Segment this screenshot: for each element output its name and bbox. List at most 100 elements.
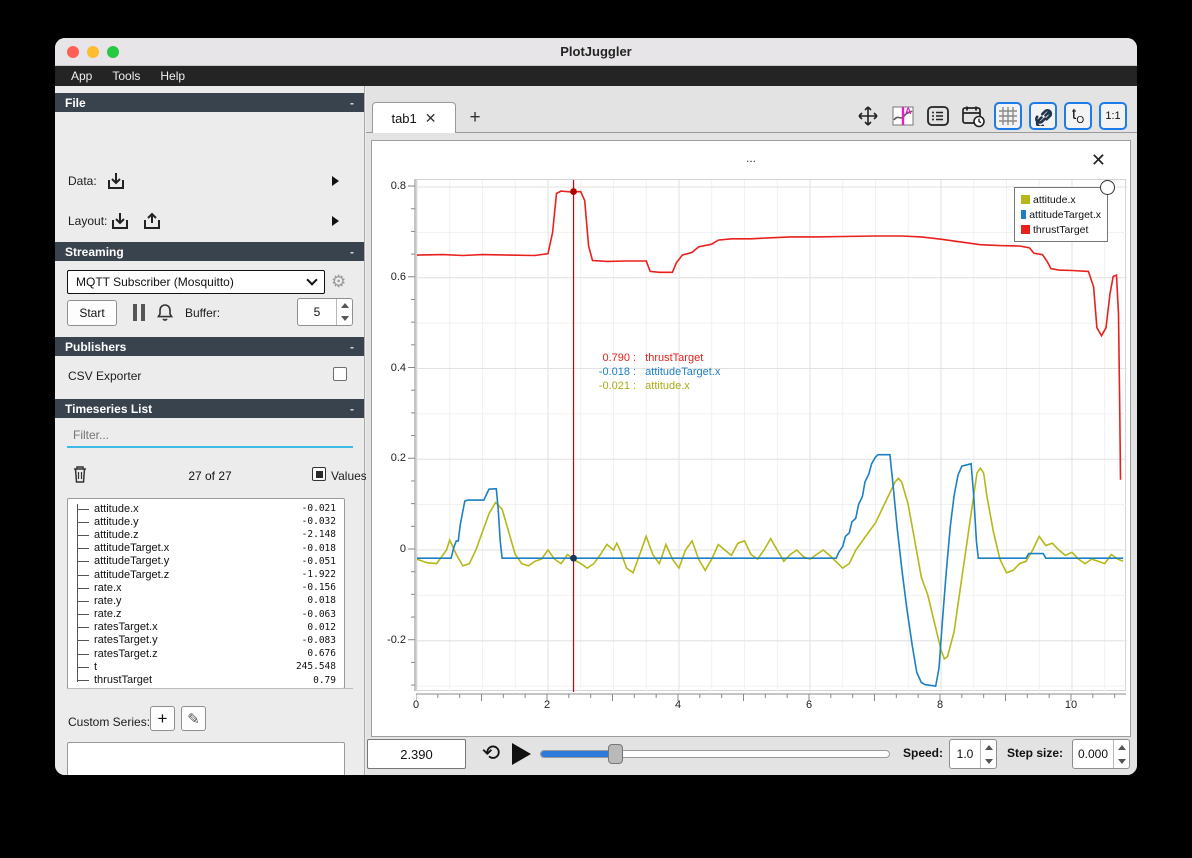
slider-fill	[541, 751, 615, 757]
edit-custom-series-button[interactable]: ✎	[181, 706, 206, 731]
collapse-icon[interactable]: -	[350, 402, 354, 416]
collapse-icon[interactable]: -	[350, 340, 354, 354]
pause-icon[interactable]	[133, 304, 145, 321]
link-axes-icon[interactable]	[1029, 102, 1057, 130]
plot-title[interactable]: ...	[372, 151, 1130, 165]
list-item[interactable]: ratesTarget.y -0.083	[68, 634, 344, 647]
legend-grip-icon[interactable]	[1100, 180, 1115, 195]
tree-branch-icon	[77, 614, 89, 616]
legend-entry[interactable]: attitude.x	[1021, 192, 1101, 207]
tree-branch-icon	[77, 521, 89, 523]
add-custom-series-button[interactable]: +	[150, 706, 175, 731]
pan-zoom-icon[interactable]	[854, 102, 882, 130]
ratio-1-1-icon[interactable]: 1:1	[1099, 102, 1127, 130]
section-timeseries-list[interactable]: Timeseries List -	[55, 399, 364, 418]
plot-canvas[interactable]	[416, 179, 1127, 692]
x-axis	[416, 693, 1126, 701]
speed-spinner[interactable]: 1.0	[949, 739, 997, 769]
list-item[interactable]: ratesTarget.z 0.676	[68, 647, 344, 660]
play-button[interactable]	[512, 743, 531, 765]
data-menu-arrow-icon[interactable]	[332, 176, 339, 186]
tab-close-icon[interactable]: ✕	[425, 110, 437, 127]
menu-help[interactable]: Help	[152, 68, 193, 84]
plot-close-icon[interactable]: ✕	[1091, 151, 1106, 169]
tree-branch-icon	[77, 574, 89, 576]
buffer-spinner[interactable]: 5	[297, 298, 353, 326]
window-title: PlotJuggler	[560, 44, 632, 59]
data-label: Data:	[68, 174, 97, 188]
tree-branch-icon	[77, 534, 89, 536]
grid-layout-icon[interactable]	[994, 102, 1022, 130]
list-view-icon[interactable]	[924, 102, 952, 130]
legend-color-chip	[1021, 195, 1030, 204]
load-data-icon[interactable]	[105, 170, 127, 192]
tooltip-line: 0.790 : thrustTarget	[602, 352, 704, 364]
x-tick-label: 0	[412, 699, 420, 711]
legend-entry[interactable]: attitudeTarget.x	[1021, 207, 1101, 222]
save-layout-icon[interactable]	[141, 210, 163, 232]
menu-app[interactable]: App	[63, 68, 100, 84]
tree-branch-icon	[77, 666, 89, 668]
list-item[interactable]: thrustTarget 0.79	[68, 673, 344, 686]
curve-tracker-icon[interactable]: A	[889, 102, 917, 130]
filter-input[interactable]	[67, 424, 353, 448]
gear-icon[interactable]: ⚙	[331, 272, 346, 292]
slider-handle[interactable]	[607, 744, 623, 764]
y-tick-label: 0.8	[390, 180, 406, 192]
time-value-box[interactable]: 2.390	[367, 739, 466, 769]
tooltip-line: -0.018 : attitudeTarget.x	[598, 366, 721, 378]
x-tick-label: 6	[805, 699, 813, 711]
transport-bar: 2.390 ⟲ Speed: 1.0 Step size: 0.000	[366, 738, 1137, 770]
datetime-options-icon[interactable]	[959, 102, 987, 130]
x-tick-label: 8	[936, 699, 944, 711]
step-size-label: Step size:	[1007, 746, 1064, 760]
tabstrip: tab1 ✕ + A tO 1:1	[366, 100, 1137, 133]
list-item[interactable]: rate.y 0.018	[68, 594, 344, 607]
legend[interactable]: attitude.x attitudeTarget.x thrustTarget	[1014, 180, 1115, 242]
add-tab-button[interactable]: +	[462, 106, 488, 130]
legend-color-chip	[1021, 210, 1027, 219]
csv-exporter-checkbox[interactable]	[333, 367, 347, 381]
list-item[interactable]: attitude.y -0.032	[68, 515, 344, 528]
csv-exporter-label: CSV Exporter	[68, 369, 142, 383]
svg-text:A: A	[905, 106, 912, 116]
list-item[interactable]: t 245.548	[68, 660, 344, 673]
streaming-source-select[interactable]: MQTT Subscriber (Mosquitto)	[67, 270, 325, 294]
custom-series-listbox[interactable]	[67, 742, 345, 775]
values-checkbox[interactable]	[312, 467, 326, 481]
section-streaming[interactable]: Streaming -	[55, 242, 364, 261]
tree-branch-icon	[77, 627, 89, 629]
section-publishers[interactable]: Publishers -	[55, 337, 364, 356]
list-item[interactable]: attitudeTarget.z -1.922	[68, 568, 344, 581]
menu-tools[interactable]: Tools	[104, 68, 148, 84]
list-item[interactable]: rate.x -0.156	[68, 581, 344, 594]
timeline-slider[interactable]	[540, 744, 890, 764]
list-item[interactable]: ratesTarget.x 0.012	[68, 621, 344, 634]
section-file[interactable]: File -	[55, 93, 364, 112]
tab-tab1[interactable]: tab1 ✕	[372, 102, 456, 133]
x-tick-label: 10	[1064, 699, 1078, 711]
collapse-icon[interactable]: -	[350, 245, 354, 259]
menubar: App Tools Help	[55, 66, 1137, 86]
speed-label: Speed:	[903, 746, 944, 760]
collapse-icon[interactable]: -	[350, 96, 354, 110]
list-item[interactable]: attitude.z -2.148	[68, 528, 344, 541]
loop-icon[interactable]: ⟲	[478, 740, 504, 766]
sidebar: File - Data: Layout: Streaming - MQTT Su…	[55, 86, 367, 775]
list-item[interactable]: attitudeTarget.y -0.051	[68, 555, 344, 568]
y-tick-label: -0.2	[387, 634, 406, 646]
timeseries-listbox[interactable]: attitude.x -0.021 attitude.y -0.032 attitude…	[67, 498, 345, 689]
load-layout-icon[interactable]	[109, 210, 131, 232]
legend-entry[interactable]: thrustTarget	[1021, 222, 1101, 237]
start-button[interactable]: Start	[67, 300, 117, 326]
series-attitudeTarget.x	[417, 453, 1124, 687]
list-item[interactable]: attitudeTarget.x -0.018	[68, 542, 344, 555]
list-item[interactable]: rate.z -0.063	[68, 608, 344, 621]
y-axis	[408, 179, 416, 691]
time-offset-icon[interactable]: tO	[1064, 102, 1092, 130]
step-size-spinner[interactable]: 0.000	[1072, 739, 1130, 769]
layout-menu-arrow-icon[interactable]	[332, 216, 339, 226]
notifications-bell-icon[interactable]	[155, 302, 175, 322]
list-item[interactable]: attitude.x -0.021	[68, 502, 344, 515]
tree-branch-icon	[77, 600, 89, 602]
